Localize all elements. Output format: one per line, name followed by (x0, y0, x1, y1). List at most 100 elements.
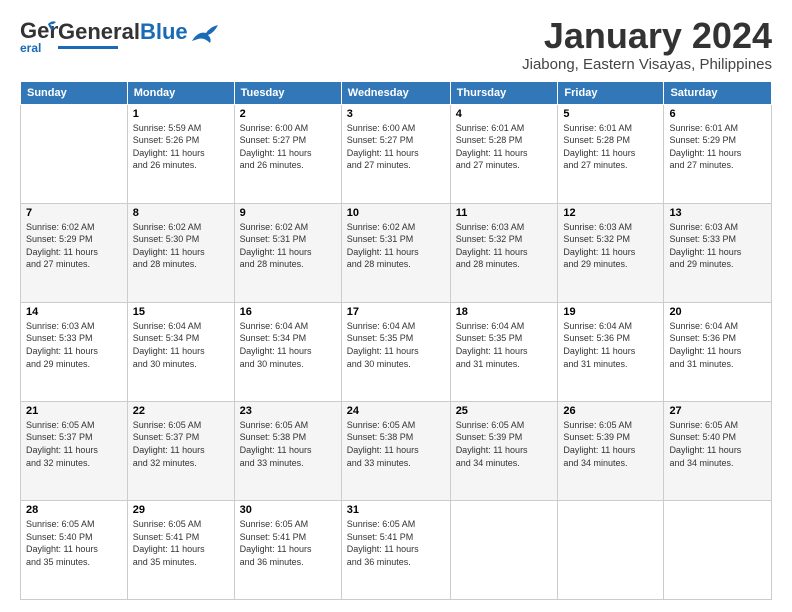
calendar-cell (664, 500, 772, 599)
day-number: 24 (347, 405, 445, 417)
cell-info: Sunrise: 6:03 AMSunset: 5:33 PMDaylight:… (26, 320, 122, 370)
cell-info: Sunrise: 6:05 AMSunset: 5:37 PMDaylight:… (133, 419, 229, 469)
cell-info: Sunrise: 6:05 AMSunset: 5:37 PMDaylight:… (26, 419, 122, 469)
calendar-cell: 5 Sunrise: 6:01 AMSunset: 5:28 PMDaylight… (558, 104, 664, 203)
day-number: 15 (133, 306, 229, 318)
day-number: 6 (669, 108, 766, 120)
calendar-cell (450, 500, 558, 599)
calendar-cell: 13Sunrise: 6:03 AMSunset: 5:33 PMDayligh… (664, 203, 772, 302)
cell-info: Sunrise: 6:04 AMSunset: 5:36 PMDaylight:… (669, 320, 766, 370)
cell-info: Sunrise: 6:02 AMSunset: 5:31 PMDaylight:… (240, 221, 336, 271)
day-number: 11 (456, 207, 553, 219)
calendar-cell: 12 Sunrise: 6:03 AMSunset: 5:32 PMDayligh… (558, 203, 664, 302)
day-number: 1 (133, 108, 229, 120)
cell-info: Sunrise: 6:00 AMSunset: 5:27 PMDaylight:… (240, 122, 336, 172)
weekday-header-saturday: Saturday (664, 81, 772, 104)
calendar-cell: 19 Sunrise: 6:04 AMSunset: 5:36 PMDayligh… (558, 302, 664, 401)
cell-info: Sunrise: 6:01 AMSunset: 5:28 PMDaylight:… (563, 122, 658, 172)
calendar-cell: 18Sunrise: 6:04 AMSunset: 5:35 PMDayligh… (450, 302, 558, 401)
calendar-table: SundayMondayTuesdayWednesdayThursdayFrid… (20, 81, 772, 600)
logo-text-block: GeneralBlue (58, 19, 188, 49)
cell-info: Sunrise: 6:05 AMSunset: 5:39 PMDaylight:… (563, 419, 658, 469)
calendar-cell: 3 Sunrise: 6:00 AMSunset: 5:27 PMDaylight… (341, 104, 450, 203)
day-number: 25 (456, 405, 553, 417)
cell-info: Sunrise: 6:05 AMSunset: 5:40 PMDaylight:… (26, 518, 122, 568)
day-number: 27 (669, 405, 766, 417)
svg-text:eral: eral (20, 41, 41, 54)
weekday-header-wednesday: Wednesday (341, 81, 450, 104)
cell-info: Sunrise: 6:05 AMSunset: 5:39 PMDaylight:… (456, 419, 553, 469)
calendar-cell: 16 Sunrise: 6:04 AMSunset: 5:34 PMDayligh… (234, 302, 341, 401)
weekday-header-thursday: Thursday (450, 81, 558, 104)
day-number: 19 (563, 306, 658, 318)
logo: Gen eral GeneralBlue (20, 16, 220, 52)
day-number: 28 (26, 504, 122, 516)
day-number: 13 (669, 207, 766, 219)
calendar-cell: 8 Sunrise: 6:02 AMSunset: 5:30 PMDaylight… (127, 203, 234, 302)
day-number: 5 (563, 108, 658, 120)
cell-info: Sunrise: 6:04 AMSunset: 5:36 PMDaylight:… (563, 320, 658, 370)
calendar-week-3: 14 Sunrise: 6:03 AMSunset: 5:33 PMDayligh… (21, 302, 772, 401)
calendar-cell: 28 Sunrise: 6:05 AMSunset: 5:40 PMDayligh… (21, 500, 128, 599)
cell-info: Sunrise: 6:01 AMSunset: 5:29 PMDaylight:… (669, 122, 766, 172)
calendar-week-5: 28 Sunrise: 6:05 AMSunset: 5:40 PMDayligh… (21, 500, 772, 599)
day-number: 23 (240, 405, 336, 417)
logo-general: General (58, 19, 140, 45)
day-number: 2 (240, 108, 336, 120)
day-number: 29 (133, 504, 229, 516)
calendar-cell: 22Sunrise: 6:05 AMSunset: 5:37 PMDayligh… (127, 401, 234, 500)
weekday-header-sunday: Sunday (21, 81, 128, 104)
month-title: January 2024 (522, 16, 772, 56)
cell-info: Sunrise: 6:02 AMSunset: 5:30 PMDaylight:… (133, 221, 229, 271)
calendar-cell (558, 500, 664, 599)
location: Jiabong, Eastern Visayas, Philippines (522, 56, 772, 73)
cell-info: Sunrise: 6:03 AMSunset: 5:32 PMDaylight:… (563, 221, 658, 271)
day-number: 8 (133, 207, 229, 219)
weekday-header-monday: Monday (127, 81, 234, 104)
calendar-cell: 6 Sunrise: 6:01 AMSunset: 5:29 PMDaylight… (664, 104, 772, 203)
day-number: 4 (456, 108, 553, 120)
calendar-cell: 27 Sunrise: 6:05 AMSunset: 5:40 PMDayligh… (664, 401, 772, 500)
calendar-cell: 20Sunrise: 6:04 AMSunset: 5:36 PMDayligh… (664, 302, 772, 401)
title-block: January 2024 Jiabong, Eastern Visayas, P… (522, 16, 772, 73)
day-number: 10 (347, 207, 445, 219)
calendar-cell: 30 Sunrise: 6:05 AMSunset: 5:41 PMDayligh… (234, 500, 341, 599)
calendar-cell: 26Sunrise: 6:05 AMSunset: 5:39 PMDayligh… (558, 401, 664, 500)
day-number: 12 (563, 207, 658, 219)
day-number: 3 (347, 108, 445, 120)
logo-icon: Gen eral (20, 16, 56, 52)
calendar-cell: 24 Sunrise: 6:05 AMSunset: 5:38 PMDayligh… (341, 401, 450, 500)
weekday-header-friday: Friday (558, 81, 664, 104)
cell-info: Sunrise: 6:05 AMSunset: 5:40 PMDaylight:… (669, 419, 766, 469)
calendar-week-1: 1 Sunrise: 5:59 AMSunset: 5:26 PMDaylight… (21, 104, 772, 203)
cell-info: Sunrise: 6:00 AMSunset: 5:27 PMDaylight:… (347, 122, 445, 172)
day-number: 14 (26, 306, 122, 318)
cell-info: Sunrise: 6:02 AMSunset: 5:29 PMDaylight:… (26, 221, 122, 271)
calendar-week-4: 21 Sunrise: 6:05 AMSunset: 5:37 PMDayligh… (21, 401, 772, 500)
calendar-cell: 29Sunrise: 6:05 AMSunset: 5:41 PMDayligh… (127, 500, 234, 599)
day-number: 30 (240, 504, 336, 516)
weekday-header-tuesday: Tuesday (234, 81, 341, 104)
day-number: 17 (347, 306, 445, 318)
bird-icon (190, 23, 220, 45)
cell-info: Sunrise: 6:04 AMSunset: 5:35 PMDaylight:… (347, 320, 445, 370)
calendar-cell: 31Sunrise: 6:05 AMSunset: 5:41 PMDayligh… (341, 500, 450, 599)
cell-info: Sunrise: 6:05 AMSunset: 5:41 PMDaylight:… (240, 518, 336, 568)
calendar-cell: 7Sunrise: 6:02 AMSunset: 5:29 PMDaylight… (21, 203, 128, 302)
cell-info: Sunrise: 6:05 AMSunset: 5:41 PMDaylight:… (347, 518, 445, 568)
calendar-cell: 9Sunrise: 6:02 AMSunset: 5:31 PMDaylight… (234, 203, 341, 302)
cell-info: Sunrise: 6:05 AMSunset: 5:38 PMDaylight:… (347, 419, 445, 469)
calendar-cell: 10Sunrise: 6:02 AMSunset: 5:31 PMDayligh… (341, 203, 450, 302)
cell-info: Sunrise: 6:03 AMSunset: 5:32 PMDaylight:… (456, 221, 553, 271)
cell-info: Sunrise: 6:04 AMSunset: 5:34 PMDaylight:… (133, 320, 229, 370)
logo-blue: Blue (140, 19, 188, 45)
cell-info: Sunrise: 6:01 AMSunset: 5:28 PMDaylight:… (456, 122, 553, 172)
cell-info: Sunrise: 5:59 AMSunset: 5:26 PMDaylight:… (133, 122, 229, 172)
header: Gen eral GeneralBlue January 2024 Jiabon… (20, 16, 772, 73)
day-number: 16 (240, 306, 336, 318)
cell-info: Sunrise: 6:04 AMSunset: 5:34 PMDaylight:… (240, 320, 336, 370)
calendar-week-2: 7Sunrise: 6:02 AMSunset: 5:29 PMDaylight… (21, 203, 772, 302)
day-number: 21 (26, 405, 122, 417)
calendar-header-row: SundayMondayTuesdayWednesdayThursdayFrid… (21, 81, 772, 104)
calendar-cell: 21 Sunrise: 6:05 AMSunset: 5:37 PMDayligh… (21, 401, 128, 500)
